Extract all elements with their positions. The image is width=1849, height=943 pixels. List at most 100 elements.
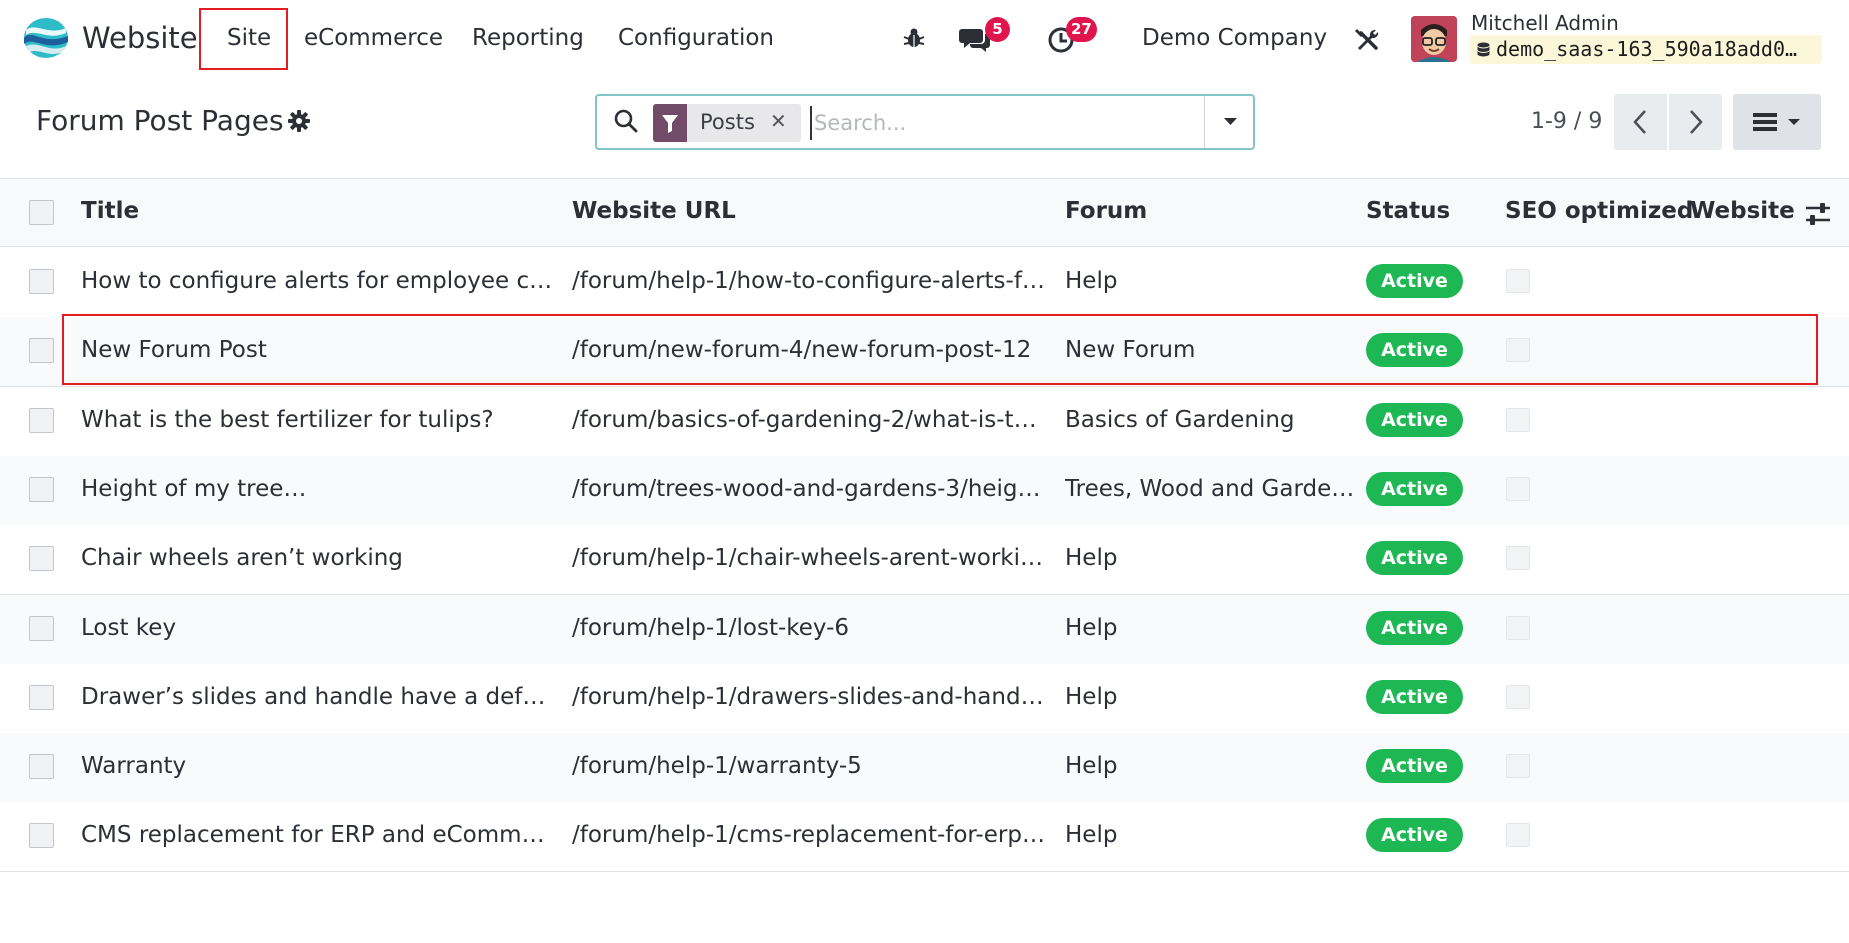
database-label: demo_saas-163_590a18add0… <box>1496 37 1798 61</box>
row-title: Drawer’s slides and handle have a defect <box>81 683 556 710</box>
row-website-url: /forum/help-1/chair-wheels-arent-worki… <box>572 545 1043 572</box>
row-forum: Basics of Gardening <box>1065 406 1295 433</box>
status-badge: Active <box>1366 679 1463 714</box>
seo-optimized-checkbox <box>1506 615 1530 640</box>
app-name[interactable]: Website <box>82 21 198 55</box>
row-forum: Help <box>1065 822 1118 849</box>
row-title: How to configure alerts for employee co… <box>81 268 556 294</box>
site-menu-highlight <box>199 8 288 70</box>
row-checkbox[interactable] <box>29 546 54 572</box>
column-website-url[interactable]: Website URL <box>572 198 736 224</box>
sliders-icon[interactable] <box>1804 201 1832 227</box>
search-bar: Posts ✕ <box>595 94 1255 150</box>
table-row[interactable]: CMS replacement for ERP and eCommerce/fo… <box>0 802 1849 873</box>
row-website-url: /forum/help-1/how-to-configure-alerts-f… <box>572 268 1045 294</box>
seo-optimized-checkbox <box>1506 407 1530 432</box>
status-badge: Active <box>1366 749 1463 784</box>
table-row[interactable]: Warranty/forum/help-1/warranty-5 Help Acti… <box>0 733 1849 804</box>
chevron-left-icon <box>1633 110 1646 134</box>
seo-optimized-checkbox <box>1506 269 1530 293</box>
status-badge: Active <box>1366 541 1463 576</box>
row-checkbox[interactable] <box>29 407 54 433</box>
row-title: CMS replacement for ERP and eCommerce <box>81 822 556 849</box>
gear-icon[interactable] <box>288 110 310 132</box>
row-website-url: /forum/help-1/drawers-slides-and-handl… <box>572 683 1047 710</box>
row-title: Warranty <box>81 753 187 780</box>
table-row[interactable]: Chair wheels aren’t working/forum/help-1… <box>0 525 1849 596</box>
row-checkbox[interactable] <box>29 476 54 502</box>
website-logo-icon[interactable] <box>22 16 70 61</box>
select-all-checkbox[interactable] <box>29 200 54 225</box>
row-title: Chair wheels aren’t working <box>81 545 403 572</box>
row-checkbox[interactable] <box>29 269 54 294</box>
activities-badge: 27 <box>1066 17 1097 42</box>
menu-reporting[interactable]: Reporting <box>472 25 584 51</box>
search-options-toggle[interactable] <box>1204 96 1255 148</box>
row-website-url: /forum/trees-wood-and-gardens-3/heig… <box>572 475 1041 502</box>
top-navbar: Website Site eCommerce Reporting Configu… <box>0 0 1849 79</box>
table-row[interactable]: Lost key/forum/help-1/lost-key-6 Help Acti… <box>0 594 1849 665</box>
row-website-url: /forum/help-1/cms-replacement-for-erp-… <box>572 822 1047 849</box>
filter-icon <box>662 115 678 133</box>
column-website[interactable]: Website <box>1690 198 1795 224</box>
row-forum: Trees, Wood and Gardens <box>1065 475 1355 502</box>
remove-facet-icon[interactable]: ✕ <box>770 109 787 133</box>
seo-optimized-checkbox <box>1506 823 1530 848</box>
row-checkbox[interactable] <box>29 615 54 641</box>
row-checkbox[interactable] <box>29 684 54 710</box>
seo-optimized-checkbox <box>1506 476 1530 501</box>
database-icon <box>1477 42 1490 57</box>
table-header: Title Website URL Forum Status SEO optim… <box>0 178 1849 247</box>
status-badge: Active <box>1366 610 1463 645</box>
company-switcher[interactable]: Demo Company <box>1142 25 1327 51</box>
table-row[interactable]: Drawer’s slides and handle have a defect… <box>0 663 1849 734</box>
facet-label: Posts <box>700 110 755 134</box>
search-input[interactable] <box>810 106 1210 140</box>
column-title[interactable]: Title <box>81 198 139 224</box>
table-row[interactable]: How to configure alerts for employee co…… <box>0 248 1849 318</box>
pager-previous-button[interactable] <box>1614 94 1667 150</box>
row-checkbox[interactable] <box>29 823 54 849</box>
status-badge: Active <box>1366 402 1463 437</box>
user-avatar[interactable] <box>1411 16 1457 62</box>
table-row[interactable]: What is the best fertilizer for tulips? /… <box>0 386 1849 457</box>
row-forum: Help <box>1065 753 1118 780</box>
row-website-url: /forum/help-1/lost-key-6 <box>572 614 850 641</box>
status-badge: Active <box>1366 471 1463 506</box>
chevron-right-icon <box>1690 110 1703 134</box>
pager-value[interactable]: 1-9 / 9 <box>1531 109 1602 134</box>
seo-optimized-checkbox <box>1506 684 1530 709</box>
status-badge: Active <box>1366 264 1463 298</box>
column-status[interactable]: Status <box>1366 198 1450 224</box>
row-title: Height of my tree… <box>81 475 307 502</box>
row-website-url: /forum/basics-of-gardening-2/what-is-th… <box>572 406 1047 433</box>
row-website-url: /forum/help-1/warranty-5 <box>572 753 862 780</box>
database-name[interactable]: demo_saas-163_590a18add0… <box>1470 35 1822 64</box>
menu-configuration[interactable]: Configuration <box>618 25 774 51</box>
page-title: Forum Post Pages <box>36 104 284 137</box>
list-view-icon <box>1753 113 1800 131</box>
tools-icon[interactable] <box>1354 26 1380 52</box>
pager-next-button[interactable] <box>1669 94 1722 150</box>
row-title: Lost key <box>81 614 177 641</box>
row-forum: Help <box>1065 614 1118 641</box>
new-forum-post-highlight <box>62 314 1818 385</box>
messages-badge: 5 <box>985 17 1010 42</box>
status-badge: Active <box>1366 818 1463 853</box>
facet-icon-box <box>653 104 687 142</box>
column-seo-optimized[interactable]: SEO optimized <box>1505 198 1693 224</box>
menu-ecommerce[interactable]: eCommerce <box>304 25 443 51</box>
row-forum: Help <box>1065 683 1118 710</box>
bug-icon[interactable] <box>903 27 925 49</box>
row-forum: Help <box>1065 545 1118 572</box>
user-name[interactable]: Mitchell Admin <box>1471 11 1619 35</box>
row-checkbox[interactable] <box>29 754 54 780</box>
list-view-switcher-button[interactable] <box>1733 94 1821 150</box>
table-row[interactable]: Height of my tree… /forum/trees-wood-and-… <box>0 455 1849 526</box>
search-facet-posts[interactable]: Posts ✕ <box>653 104 801 142</box>
row-checkbox[interactable] <box>29 338 54 364</box>
search-icon[interactable] <box>613 108 639 134</box>
column-forum[interactable]: Forum <box>1065 198 1147 224</box>
row-forum: Help <box>1065 268 1118 294</box>
caret-down-icon <box>1224 118 1237 125</box>
